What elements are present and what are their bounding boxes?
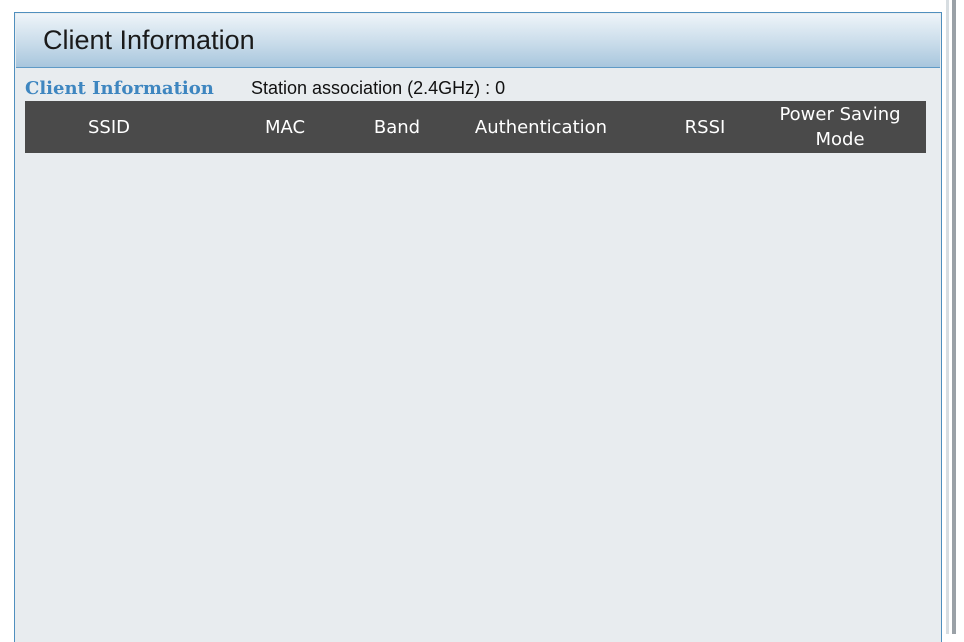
right-scroll-rail <box>952 0 956 634</box>
top-strip <box>0 0 964 8</box>
right-rail-highlight <box>946 0 949 634</box>
column-header-ssid: SSID <box>87 116 131 138</box>
station-association-text: Station association (2.4GHz) : 0 <box>251 78 506 98</box>
column-header-rssi: RSSI <box>684 116 726 138</box>
column-header-authentication: Authentication <box>474 116 608 138</box>
client-information-panel: Client Information Client Information St… <box>14 12 942 642</box>
column-header-band: Band <box>373 116 421 138</box>
column-header-power-saving-mode: Power Saving Mode <box>779 104 901 150</box>
client-table-header: SSID MAC Band Authentication RSSI Power … <box>25 101 926 153</box>
panel-header: Client Information <box>16 14 940 68</box>
panel-title: Client Information <box>43 25 255 55</box>
column-header-mac: MAC <box>264 116 306 138</box>
section-label: Client Information <box>25 78 214 99</box>
